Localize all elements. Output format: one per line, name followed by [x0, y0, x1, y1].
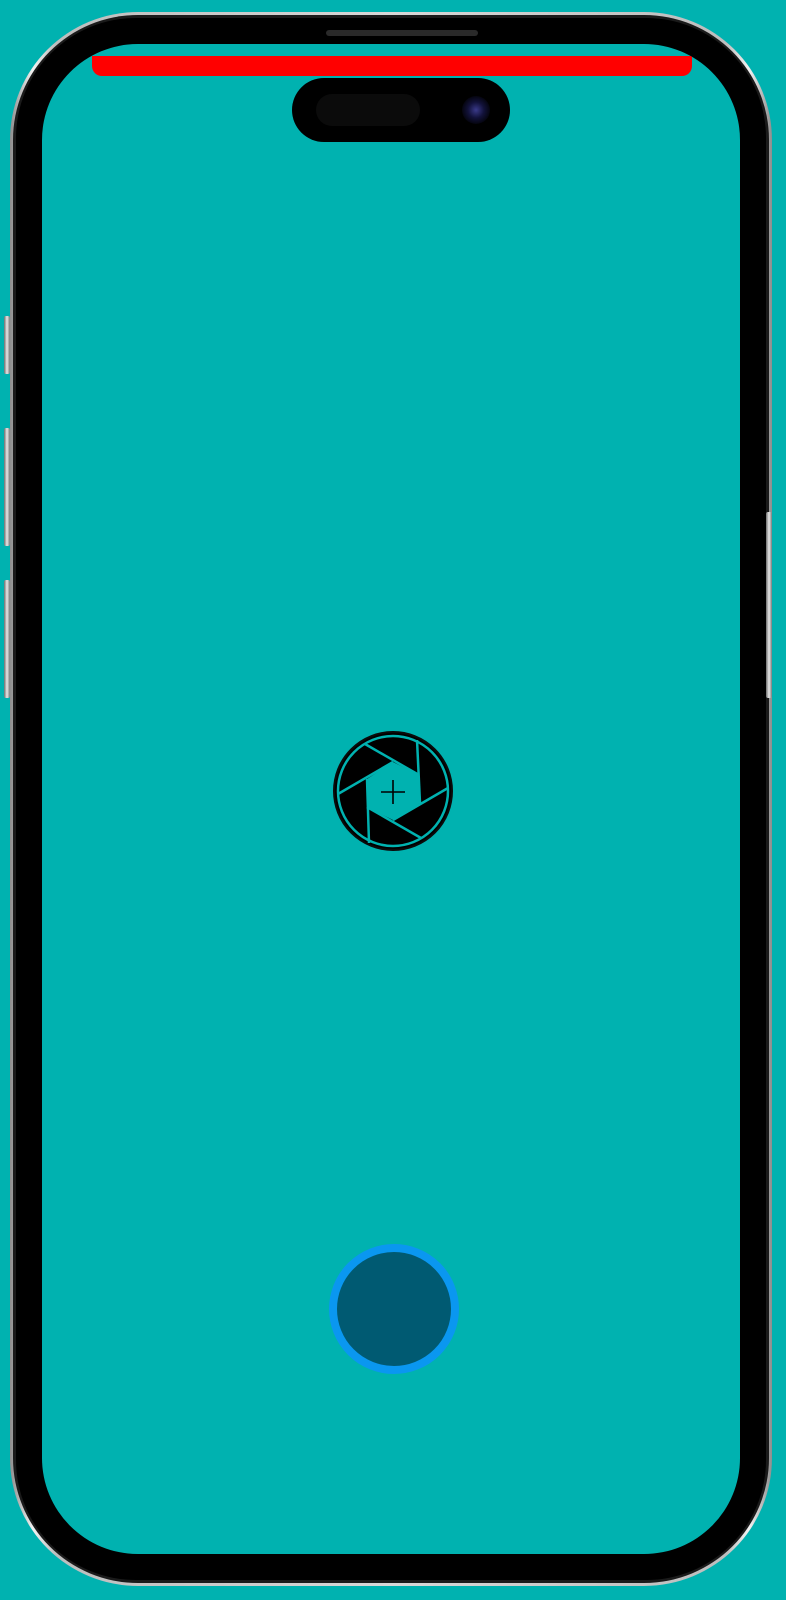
- volume-down-button: [4, 580, 10, 698]
- front-camera-icon: [462, 96, 490, 124]
- dynamic-island: [292, 78, 510, 142]
- capture-button[interactable]: [329, 1244, 459, 1374]
- face-id-sensor: [316, 94, 420, 126]
- speaker-grille: [326, 30, 478, 36]
- device-stage: [0, 0, 786, 1600]
- camera-screen: [42, 44, 740, 1554]
- recording-indicator-bar: [92, 56, 692, 76]
- phone-frame: [10, 12, 772, 1586]
- power-button: [766, 512, 772, 698]
- volume-up-button: [4, 428, 10, 546]
- camera-aperture-icon: [333, 731, 453, 851]
- action-button: [4, 316, 10, 374]
